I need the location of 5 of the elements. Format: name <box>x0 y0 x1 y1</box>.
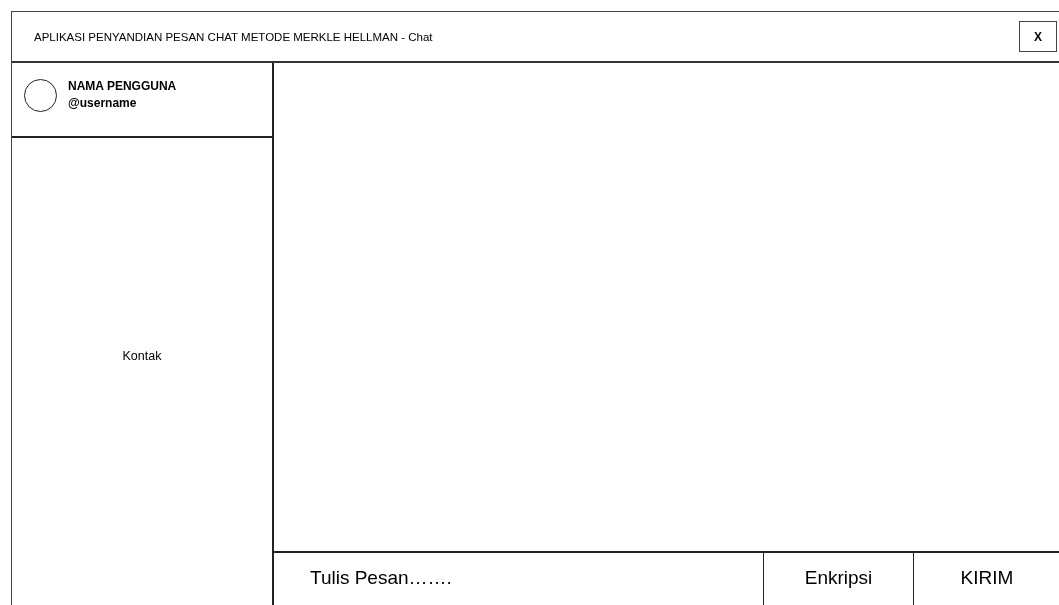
user-name: NAMA PENGGUNA <box>68 78 177 95</box>
user-handle: @username <box>68 95 138 112</box>
close-button[interactable]: X <box>1019 21 1057 52</box>
contacts-label: Kontak <box>122 349 162 363</box>
window-title: APLIKASI PENYANDIAN PESAN CHAT METODE MERKLE HELLMAN - Chat <box>34 30 433 43</box>
